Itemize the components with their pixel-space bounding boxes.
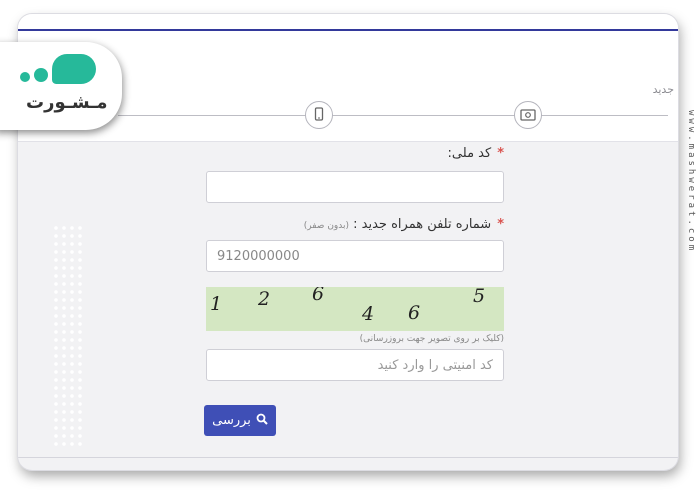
national-code-label: * کد ملی: (204, 146, 504, 161)
captcha-hint: (کلیک بر روی تصویر جهت بروزرسانی) (359, 334, 504, 344)
watermark: www.mashwerat.com (686, 110, 696, 254)
phone-change-form: * کد ملی: * شماره تلفن همراه جدید : (بدون … (204, 140, 504, 381)
dots-decoration (52, 224, 84, 450)
logo-badge: مـشـورت (0, 42, 122, 130)
logo-dot-small (20, 72, 30, 82)
captcha-digit: 5 (473, 287, 486, 307)
captcha-digit: 6 (312, 287, 325, 305)
captcha-digit: 2 (258, 288, 271, 310)
step-mobile (305, 101, 333, 129)
money-icon (520, 106, 536, 125)
required-mark: * (497, 217, 504, 232)
step-payment (514, 101, 542, 129)
search-icon (256, 413, 268, 429)
captcha-digit: 1 (210, 293, 223, 315)
phone-hint: (بدون صفر) (303, 221, 350, 231)
security-code-input[interactable]: کد امنیتی را وارد کنید (206, 349, 504, 381)
phone-input[interactable]: 9120000000 (206, 240, 504, 272)
logo-text: مـشـورت (26, 92, 108, 113)
check-button[interactable]: بررسی (204, 405, 276, 436)
check-button-label: بررسی (212, 413, 251, 428)
step-label: جدید (652, 83, 674, 96)
national-code-label-text: کد ملی: (447, 146, 492, 161)
phone-label-text: شماره تلفن همراه جدید : (353, 217, 492, 232)
required-mark: * (497, 146, 504, 161)
captcha-digit: 6 (408, 302, 421, 324)
logo-dot-medium (34, 68, 48, 82)
logo-bubble (52, 54, 96, 84)
mobile-phone-icon (314, 106, 324, 125)
phone-label: * شماره تلفن همراه جدید : (بدون صفر) (204, 217, 504, 232)
captcha-digit: 4 (362, 303, 375, 325)
steps-line (118, 115, 668, 116)
captcha-image[interactable]: 1 2 6 4 6 5 (206, 287, 504, 331)
national-code-input[interactable] (206, 171, 504, 203)
bottom-divider (18, 457, 678, 458)
